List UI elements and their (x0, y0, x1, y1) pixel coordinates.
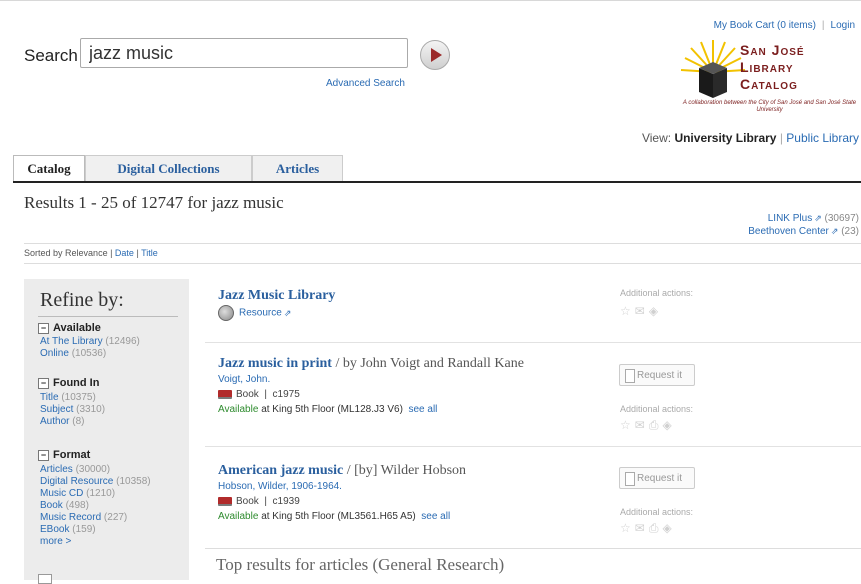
mail-icon[interactable]: ✉ (635, 418, 649, 432)
facet-item[interactable]: At The Library (12496) (40, 336, 140, 347)
collapse-icon: − (38, 322, 49, 334)
facet-more-link[interactable]: more > (40, 536, 71, 547)
facet-item[interactable]: Subject (3310) (40, 404, 105, 415)
view-public-library-link[interactable]: Public Library (786, 131, 859, 145)
collapse-icon: − (38, 449, 49, 461)
search-label: Search (24, 46, 78, 65)
top-results-heading: Top results for articles (General Resear… (216, 555, 505, 574)
facet-item[interactable]: EBook (159) (40, 524, 96, 535)
facet-item[interactable]: Online (10536) (40, 348, 106, 359)
sort-options: Sorted by Relevance | Date | Title (24, 248, 158, 258)
document-icon (625, 472, 635, 486)
sort-relevance[interactable]: Relevance (65, 248, 108, 258)
action-icons: ☆✉⎙◈ (620, 521, 676, 536)
search-input[interactable] (80, 38, 408, 68)
results-heading: Results 1 - 25 of 12747 for jazz music (24, 193, 284, 212)
tab-articles[interactable]: Articles (252, 155, 343, 181)
result-responsibility: / [by] Wilder Hobson (346, 463, 467, 478)
facet-item[interactable]: Author (8) (40, 416, 84, 427)
logo-tagline: A collaboration between the City of San … (682, 100, 857, 113)
external-link-icon: ⇗ (283, 307, 292, 318)
refine-sidebar: Refine by: − Available At The Library (12… (24, 279, 189, 584)
star-icon[interactable]: ☆ (620, 418, 635, 432)
beethoven-center-link[interactable]: Beethoven Center (748, 226, 829, 237)
tab-digital-collections[interactable]: Digital Collections (85, 155, 252, 181)
facet-found-in-heading[interactable]: − Found In (38, 377, 99, 389)
refine-title: Refine by: (40, 289, 124, 311)
facet-format-heading[interactable]: − Format (38, 449, 90, 461)
beethoven-center-count: (23) (841, 226, 859, 237)
tag-icon[interactable]: ◈ (649, 304, 662, 318)
external-link-icon: ⇗ (830, 226, 839, 236)
view-university-library[interactable]: University Library (674, 131, 776, 145)
result-title: American jazz music / [by] Wilder Hobson (218, 463, 466, 479)
view-label: View: (641, 131, 672, 145)
top-links: My Book Cart (0 items) | Login (713, 20, 855, 31)
search-go-button[interactable] (420, 40, 450, 70)
facet-available-heading[interactable]: − Available (38, 322, 101, 334)
sort-date-link[interactable]: Date (115, 248, 134, 258)
additional-actions-label: Additional actions: (620, 507, 694, 517)
mail-icon[interactable]: ✉ (635, 304, 649, 318)
see-all-link[interactable]: see all (409, 404, 438, 415)
result-title-link[interactable]: American jazz music (218, 463, 343, 478)
result-format: Resource ⇗ (218, 305, 291, 321)
facet-item[interactable]: Music CD (1210) (40, 488, 115, 499)
tag-icon[interactable]: ◈ (662, 418, 675, 432)
play-arrow-icon (431, 48, 442, 62)
print-icon[interactable]: ⎙ (649, 521, 663, 535)
sort-title-link[interactable]: Title (141, 248, 158, 258)
book-icon (218, 389, 232, 399)
result-title-link[interactable]: Jazz music in print (218, 356, 332, 371)
result-format: Book | c1975 (218, 389, 300, 400)
request-it-button[interactable]: Request it (619, 364, 695, 386)
external-links: LINK Plus ⇗ (30697) Beethoven Center ⇗ (23… (748, 212, 859, 238)
see-all-link[interactable]: see all (421, 511, 450, 522)
action-icons: ☆✉◈ (620, 304, 662, 318)
link-plus-count: (30697) (824, 213, 859, 224)
additional-actions-label: Additional actions: (620, 288, 694, 298)
login-link[interactable]: Login (831, 20, 855, 31)
tab-catalog[interactable]: Catalog (13, 155, 85, 183)
result-title: Jazz music in print / by John Voigt and … (218, 356, 524, 372)
result-responsibility: / by John Voigt and Randall Kane (335, 356, 524, 371)
tag-icon[interactable]: ◈ (662, 521, 675, 535)
request-it-button[interactable]: Request it (619, 467, 695, 489)
mail-icon[interactable]: ✉ (635, 521, 649, 535)
sort-label: Sorted by (24, 248, 63, 258)
resource-icon (218, 305, 234, 321)
print-icon[interactable]: ⎙ (649, 418, 663, 432)
facet-item[interactable]: Title (10375) (40, 392, 96, 403)
my-book-cart-link[interactable]: My Book Cart (0 items) (714, 20, 816, 31)
external-link-icon: ⇗ (814, 213, 822, 223)
resource-link[interactable]: Resource (239, 308, 282, 319)
result-author-link[interactable]: Voigt, John. (218, 374, 270, 385)
logo-title: San José Library Catalog (740, 42, 805, 92)
result-availability: Available at King 5th Floor (ML128.J3 V6… (218, 404, 438, 415)
collapse-icon: − (38, 377, 49, 389)
result-title-link[interactable]: Jazz Music Library (218, 288, 335, 304)
additional-actions-label: Additional actions: (620, 404, 694, 414)
action-icons: ☆✉⎙◈ (620, 418, 676, 433)
star-icon[interactable]: ☆ (620, 521, 635, 535)
facet-item[interactable]: Digital Resource (10358) (40, 476, 151, 487)
facet-item[interactable]: Book (498) (40, 500, 89, 511)
result-format: Book | c1939 (218, 496, 300, 507)
result-author-link[interactable]: Hobson, Wilder, 1906-1964. (218, 481, 342, 492)
facet-item[interactable]: Articles (30000) (40, 464, 110, 475)
document-icon (625, 369, 635, 383)
result-availability: Available at King 5th Floor (ML3561.H65 … (218, 511, 451, 522)
link-plus-link[interactable]: LINK Plus (768, 213, 812, 224)
advanced-search-link[interactable]: Advanced Search (326, 78, 405, 89)
star-icon[interactable]: ☆ (620, 304, 635, 318)
view-switch: View: University Library | Public Librar… (641, 131, 859, 145)
book-icon (218, 496, 232, 506)
facet-item[interactable]: Music Record (227) (40, 512, 127, 523)
